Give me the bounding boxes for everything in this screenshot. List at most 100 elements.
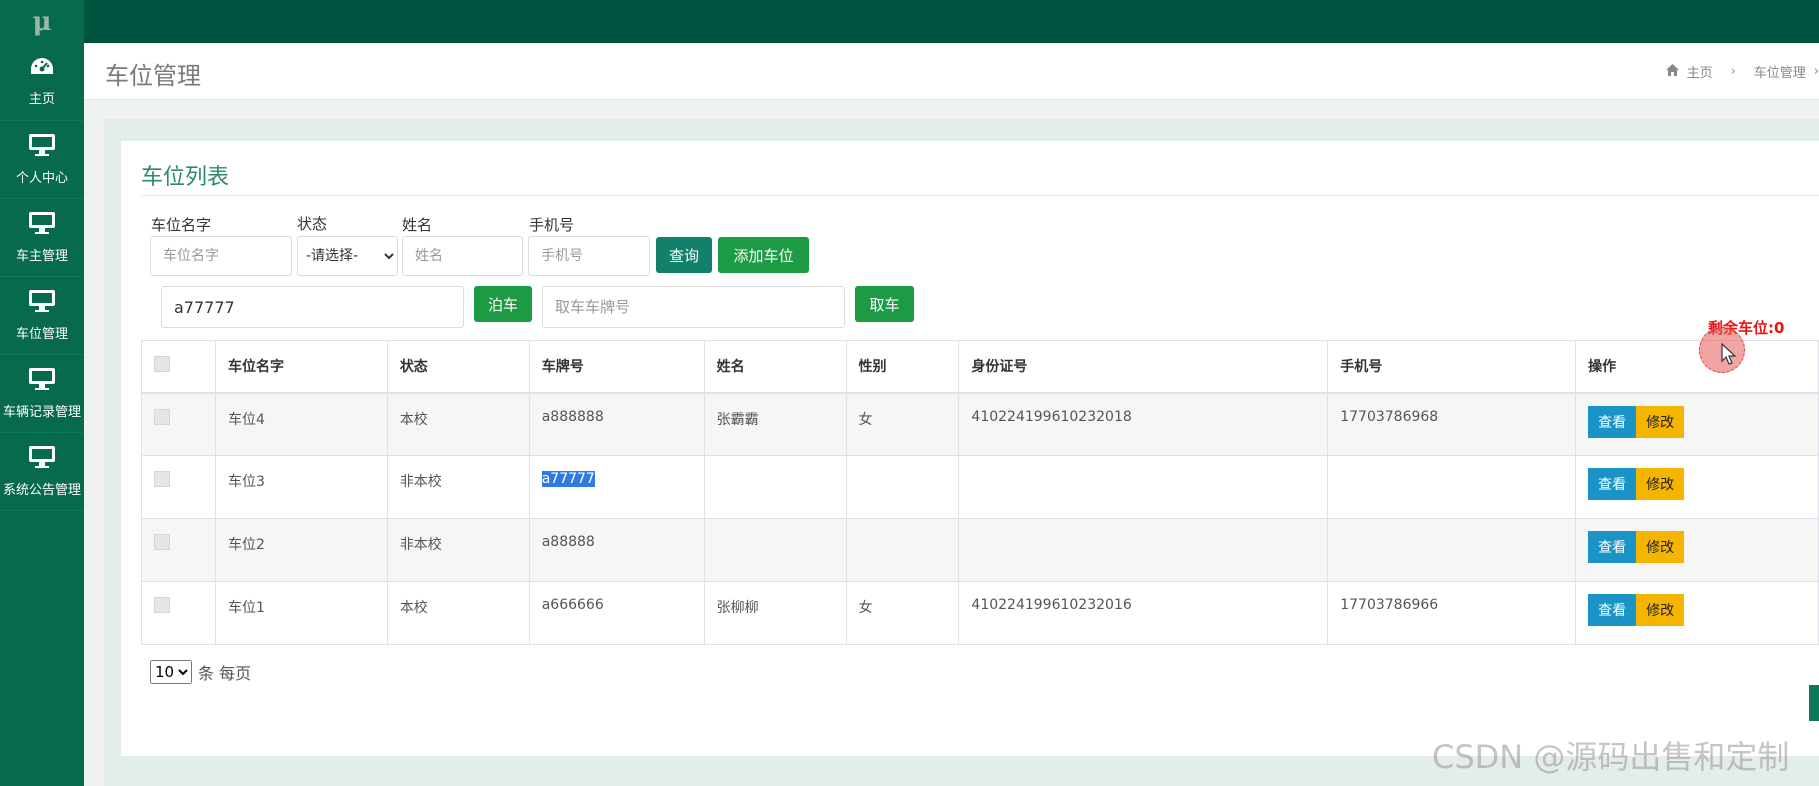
page-size-select[interactable]: 10 (150, 660, 192, 684)
page-header: 车位管理 主页 › 车位管理 › (84, 43, 1819, 100)
cell-id-card (958, 455, 1329, 519)
table-row: 车位1 本校 a666666 张柳柳 女 410224199610232016 … (141, 581, 1819, 645)
monitor-icon (28, 445, 56, 473)
cell-plate-cell: a77777 (528, 455, 705, 519)
home-icon (1665, 63, 1679, 80)
pagination: 10 条 每页 (150, 660, 251, 684)
cell-status: 本校 (386, 392, 530, 456)
column-header[interactable]: 车位名字 (214, 340, 388, 394)
cell-person: 张霸霸 (703, 392, 847, 456)
table-row: 车位3 非本校 a77777 查看 修改 (141, 455, 1819, 519)
column-header[interactable]: 性别 (845, 340, 960, 394)
cell-actions: 查看 修改 (1575, 518, 1819, 582)
cell-person: 张柳柳 (703, 581, 847, 645)
table-row: 车位2 非本校 a88888 查看 修改 (141, 518, 1819, 582)
row-checkbox[interactable] (154, 534, 170, 550)
row-checkbox[interactable] (154, 597, 170, 613)
mouse-cursor-icon (1720, 342, 1738, 369)
app-logo[interactable]: μ (0, 0, 84, 43)
cell-status: 非本校 (386, 455, 530, 519)
add-parking-button[interactable]: 添加车位 (718, 237, 809, 273)
cell-name: 车位4 (214, 392, 388, 456)
column-header[interactable]: 姓名 (703, 340, 847, 394)
sidebar-item-label: 车辆记录管理 (2, 405, 81, 420)
cell-gender (845, 518, 960, 582)
column-header: 操作 (1575, 340, 1819, 394)
name-input[interactable] (150, 236, 292, 276)
sidebar-item-label: 主页 (28, 92, 55, 107)
column-header[interactable]: 状态 (386, 340, 530, 394)
chevron-right-icon: › (1730, 64, 1736, 79)
pickup-button[interactable]: 取车 (855, 286, 914, 322)
cell-plate: a88888 (528, 518, 705, 582)
side-tab[interactable] (1809, 685, 1819, 721)
cell-actions: 查看 修改 (1575, 455, 1819, 519)
pickup-plate-input[interactable] (542, 286, 845, 328)
sidebar-item-parking[interactable]: 车位管理 (0, 277, 84, 355)
edit-button[interactable]: 修改 (1636, 405, 1685, 438)
sidebar-item-label: 个人中心 (15, 171, 68, 186)
sidebar-item-owners[interactable]: 车主管理 (0, 199, 84, 277)
cell-plate: a888888 (528, 392, 705, 456)
sidebar-item-announcements[interactable]: 系统公告管理 (0, 433, 84, 511)
edit-button[interactable]: 修改 (1636, 594, 1685, 626)
cell-person (703, 455, 847, 519)
page-title: 车位管理 (105, 62, 201, 90)
park-plate-input[interactable] (161, 286, 464, 328)
column-header[interactable]: 手机号 (1327, 340, 1577, 394)
breadcrumb: 主页 › 车位管理 › (1665, 62, 1819, 81)
sidebar-item-label: 系统公告管理 (2, 483, 81, 498)
park-button[interactable]: 泊车 (474, 286, 532, 322)
edit-button[interactable]: 修改 (1636, 468, 1685, 500)
view-button[interactable]: 查看 (1588, 594, 1637, 626)
name-label: 车位名字 (151, 216, 212, 234)
cell-status: 本校 (386, 581, 530, 645)
row-checkbox[interactable] (154, 408, 170, 425)
breadcrumb-current[interactable]: 车位管理 (1754, 62, 1806, 81)
chevron-right-icon: › (1813, 64, 1819, 79)
phone-input[interactable] (528, 236, 650, 276)
view-button[interactable]: 查看 (1588, 468, 1637, 500)
cell-actions: 查看 修改 (1575, 392, 1819, 456)
monitor-icon (28, 211, 56, 239)
card-title: 车位列表 (141, 165, 230, 190)
cell-name: 车位3 (214, 455, 388, 519)
row-checkbox[interactable] (154, 471, 170, 487)
page-size-suffix: 条 每页 (198, 664, 252, 683)
cell-phone: 17703786966 (1327, 581, 1577, 645)
cell-plate: a77777 (541, 471, 595, 487)
sidebar: μ 主页 个人中心 车主管理 车位管理 车辆记录管理 系统公告管理 (0, 0, 84, 786)
breadcrumb-home[interactable]: 主页 (1687, 62, 1713, 81)
view-button[interactable]: 查看 (1588, 531, 1637, 563)
column-header[interactable]: 车牌号 (528, 340, 705, 394)
cell-id-card: 410224199610232018 (958, 392, 1329, 456)
cell-gender: 女 (845, 581, 960, 645)
view-button[interactable]: 查看 (1588, 405, 1637, 438)
edit-button[interactable]: 修改 (1636, 531, 1685, 563)
sidebar-item-vehicle-records[interactable]: 车辆记录管理 (0, 355, 84, 433)
cell-gender (845, 455, 960, 519)
cell-phone: 17703786968 (1327, 392, 1577, 456)
row-select-cell (141, 581, 216, 645)
watermark: CSDN @源码出售和定制 (1432, 738, 1790, 776)
person-input[interactable] (402, 236, 523, 276)
status-select[interactable]: -请选择- (297, 236, 398, 276)
column-header[interactable]: 身份证号 (958, 340, 1329, 394)
table-row: 车位4 本校 a888888 张霸霸 女 410224199610232018 … (141, 392, 1819, 456)
monitor-icon (28, 367, 56, 395)
dashboard-icon (29, 56, 55, 82)
row-select-cell (141, 455, 216, 519)
search-button[interactable]: 查询 (656, 237, 712, 273)
sidebar-item-profile[interactable]: 个人中心 (0, 121, 84, 199)
sidebar-item-label: 车位管理 (15, 327, 68, 342)
cell-phone (1327, 518, 1577, 582)
cell-name: 车位1 (214, 581, 388, 645)
select-all-checkbox[interactable] (154, 356, 170, 373)
cell-actions: 查看 修改 (1575, 581, 1819, 645)
parking-table: 车位名字 状态 车牌号 姓名 性别 身份证号 手机号 操作 车位4 本校 a88… (141, 340, 1819, 645)
cell-phone (1327, 455, 1577, 519)
top-bar (84, 0, 1819, 43)
cell-person (703, 518, 847, 582)
status-label: 状态 (297, 215, 328, 233)
sidebar-item-home[interactable]: 主页 (0, 43, 84, 121)
